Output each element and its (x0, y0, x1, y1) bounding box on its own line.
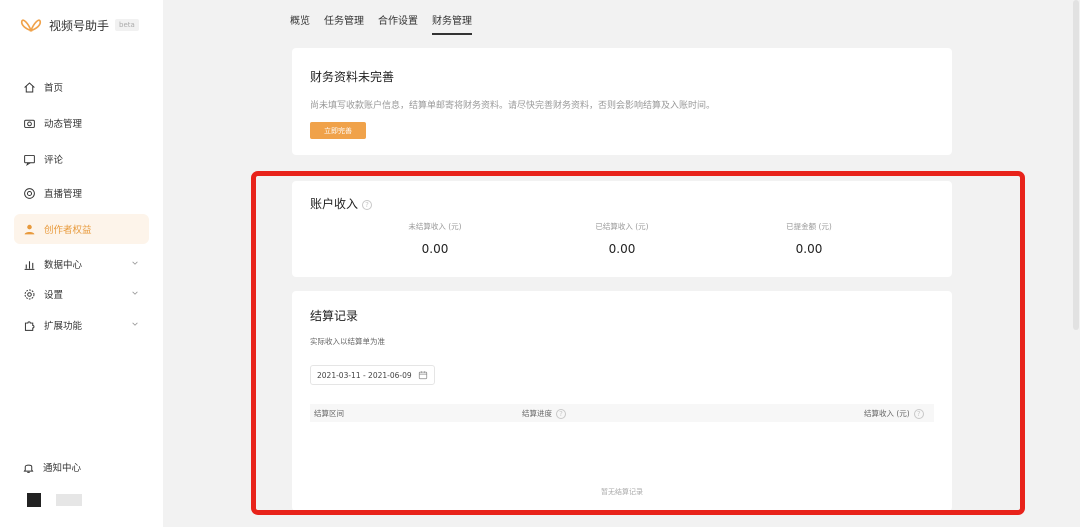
sidebar-item-label: 数据中心 (44, 260, 83, 271)
top-tabs: 概览 任务管理 合作设置 财务管理 (290, 12, 486, 35)
scrollbar[interactable] (1072, 0, 1080, 527)
scrollbar-thumb[interactable] (1073, 0, 1079, 330)
notification-label: 通知中心 (43, 463, 82, 474)
complete-info-button[interactable]: 立即完善 (310, 122, 366, 139)
sidebar-item-home[interactable]: 首页 (14, 72, 149, 102)
home-icon (22, 80, 36, 94)
sidebar-item-label: 首页 (44, 83, 64, 94)
sidebar-item-label: 扩展功能 (44, 321, 83, 332)
user-profile[interactable] (27, 493, 82, 507)
chevron-down-icon (131, 320, 139, 331)
comment-icon (22, 152, 36, 166)
sidebar-item-label: 评论 (44, 155, 64, 166)
sidebar-item-settings[interactable]: 设置 (14, 279, 149, 309)
butterfly-logo-icon (20, 19, 42, 32)
sidebar-item-live[interactable]: 直播管理 (14, 178, 149, 208)
live-icon (22, 186, 36, 200)
sidebar-item-label: 直播管理 (44, 189, 83, 200)
finance-notice-title: 财务资料未完善 (310, 70, 395, 84)
sidebar-item-label: 设置 (44, 290, 64, 301)
sidebar-item-posts[interactable]: 动态管理 (14, 108, 149, 138)
sidebar-item-extensions[interactable]: 扩展功能 (14, 310, 149, 340)
creator-icon (22, 222, 36, 236)
sidebar-item-label: 动态管理 (44, 119, 83, 130)
tab-cooperation[interactable]: 合作设置 (378, 12, 418, 35)
notification-center[interactable]: 通知中心 (22, 460, 81, 474)
finance-notice-card: 财务资料未完善 尚未填写收款账户信息，结算单邮寄将财务资料。请尽快完善财务资料，… (292, 48, 952, 155)
beta-badge: beta (115, 19, 139, 31)
red-highlight-box (251, 171, 1025, 515)
sidebar-item-comments[interactable]: 评论 (14, 144, 149, 174)
chevron-down-icon (131, 289, 139, 300)
finance-notice-description: 尚未填写收款账户信息，结算单邮寄将财务资料。请尽快完善财务资料，否则会影响结算及… (310, 101, 716, 111)
tab-tasks[interactable]: 任务管理 (324, 12, 364, 35)
app-name: 视频号助手 (49, 18, 110, 33)
chevron-down-icon (131, 259, 139, 270)
camera-icon (22, 116, 36, 130)
bell-icon (23, 464, 34, 473)
gear-icon (22, 287, 36, 301)
sidebar-item-creator-rights[interactable]: 创作者权益 (14, 214, 149, 244)
puzzle-icon (22, 318, 36, 332)
sidebar-item-data-center[interactable]: 数据中心 (14, 249, 149, 279)
app-logo[interactable]: 视频号助手 beta (20, 14, 139, 36)
tab-overview[interactable]: 概览 (290, 12, 310, 35)
tab-finance[interactable]: 财务管理 (432, 12, 472, 35)
chart-icon (22, 257, 36, 271)
sidebar-item-label: 创作者权益 (44, 225, 92, 236)
avatar (27, 493, 41, 507)
sidebar: 视频号助手 beta 首页 动态管理 评论 直播管理 创作者权益 数据中心 设置… (0, 0, 163, 527)
username-placeholder (56, 494, 82, 506)
